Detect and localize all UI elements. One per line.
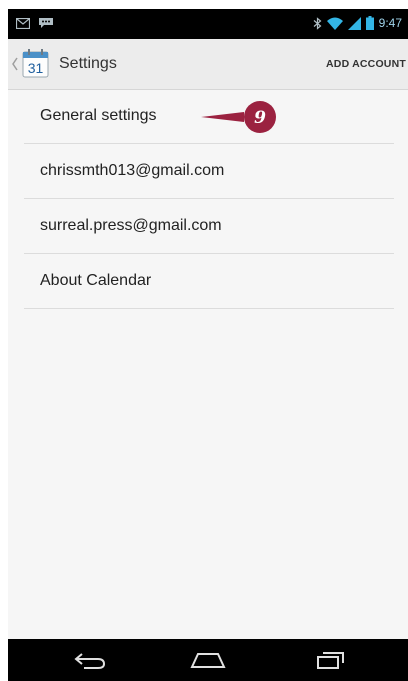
action-bar: 31 Settings ADD ACCOUNT <box>8 39 408 90</box>
up-caret-icon[interactable] <box>11 56 19 72</box>
calendar-app-icon[interactable]: 31 <box>22 49 50 79</box>
wifi-icon <box>326 17 343 30</box>
calendar-day-number: 31 <box>28 60 44 76</box>
add-account-button[interactable]: ADD ACCOUNT <box>326 58 406 70</box>
page-title: Settings <box>59 55 117 72</box>
list-item-label: surreal.press@gmail.com <box>40 217 222 234</box>
list-item-account-surreal-press[interactable]: surreal.press@gmail.com <box>24 199 394 254</box>
battery-icon <box>365 16 374 30</box>
navigation-bar <box>8 639 408 681</box>
home-icon[interactable] <box>189 650 227 670</box>
chat-notification-icon <box>39 18 53 28</box>
settings-list: General settings 9 chrissmth013@gmail.co… <box>8 89 408 309</box>
status-bar-right: 9:47 <box>313 16 402 30</box>
signal-icon <box>347 16 361 30</box>
step-callout-number: 9 <box>254 108 266 128</box>
status-time: 9:47 <box>378 16 402 30</box>
back-icon[interactable] <box>72 650 108 670</box>
list-item-label: General settings <box>40 107 157 124</box>
list-item-label: chrissmth013@gmail.com <box>40 162 225 179</box>
recent-apps-icon[interactable] <box>315 650 347 670</box>
list-item-account-chrissmth[interactable]: chrissmth013@gmail.com <box>24 144 394 199</box>
email-notification-icon <box>16 17 30 29</box>
status-bar-left <box>16 17 54 29</box>
list-item-about-calendar[interactable]: About Calendar <box>24 254 394 309</box>
phone-screen: 9:47 31 Settings ADD ACCOUNT General set… <box>8 9 408 681</box>
list-item-label: About Calendar <box>40 272 152 289</box>
status-bar: 9:47 <box>8 9 408 39</box>
bluetooth-icon <box>313 16 322 30</box>
list-item-general-settings[interactable]: General settings 9 <box>24 89 394 144</box>
